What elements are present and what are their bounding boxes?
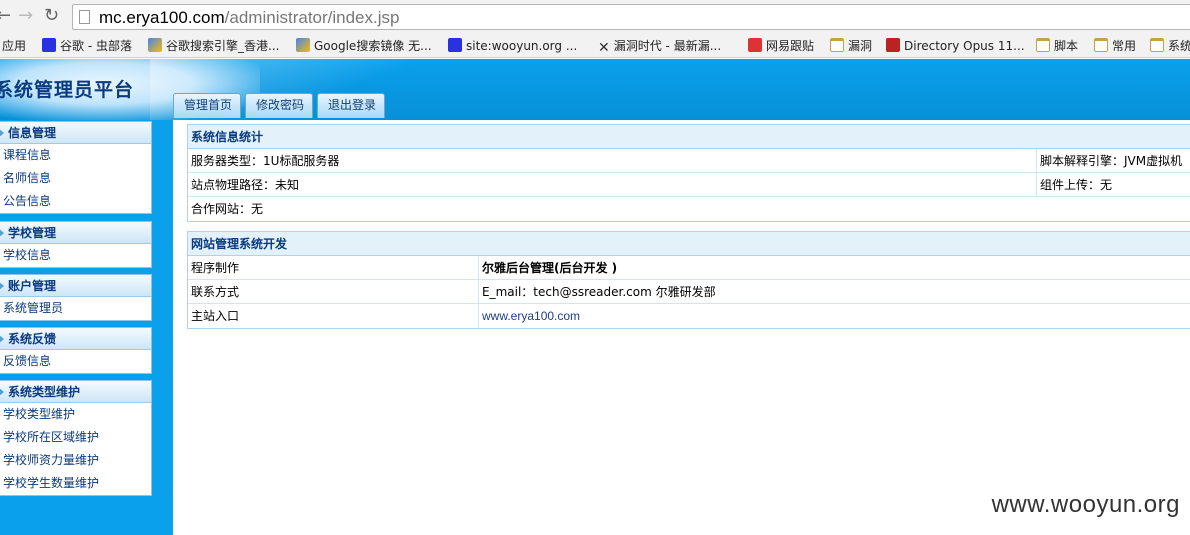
bookmark-folder[interactable]: 漏洞 (830, 37, 872, 55)
upload-component: 组件上传：无 (1040, 178, 1113, 192)
image-icon (148, 38, 162, 52)
x-icon: ✕ (598, 40, 610, 56)
sidebar-item-school-type[interactable]: 学校类型维护 (0, 403, 151, 426)
row-label: 主站入口 (191, 309, 240, 323)
bookmark-item[interactable]: 网易跟贴 (748, 37, 814, 55)
script-engine: 脚本解释引擎：JVM虚拟机 (1040, 154, 1183, 168)
baidu-paw-icon (42, 38, 56, 52)
chevron-right-icon (0, 128, 4, 138)
bookmark-apps[interactable]: 应用 (2, 37, 26, 55)
sidebar-group-account: 账户管理 系统管理员 (0, 274, 152, 321)
row-value: 尔雅后台管理(后台开发 ) (482, 261, 618, 275)
bookmark-item[interactable]: Google搜索镜像 无... (296, 37, 432, 55)
bookmark-item[interactable]: site:wooyun.org ... (448, 37, 577, 55)
server-type: 服务器类型：1U标配服务器 (191, 154, 340, 168)
row-label: 联系方式 (191, 285, 240, 299)
reload-icon[interactable]: ↻ (44, 6, 59, 26)
chevron-right-icon (0, 334, 4, 344)
sidebar-group-school: 学校管理 学校信息 (0, 221, 152, 268)
page-header: 系统管理员平台 管理首页 修改密码 退出登录 (0, 59, 1190, 120)
table-row: 联系方式 E_mail：tech@ssreader.com 尔雅研发部 (188, 280, 1190, 304)
sidebar-item-teacher[interactable]: 名师信息 (0, 167, 151, 190)
sidebar-group-title[interactable]: 信息管理 (0, 122, 151, 144)
sidebar-group-feedback: 系统反馈 反馈信息 (0, 327, 152, 374)
sidebar-group-info: 信息管理 课程信息 名师信息 公告信息 (0, 121, 152, 214)
baidu-paw-icon (448, 38, 462, 52)
sidebar: 信息管理 课程信息 名师信息 公告信息 学校管理 学校信息 账户管理 系统管理员… (0, 120, 173, 535)
row-value: E_mail：tech@ssreader.com 尔雅研发部 (482, 285, 716, 299)
bookmark-item[interactable]: 谷歌 - 虫部落 (42, 37, 132, 55)
folder-icon (830, 38, 844, 52)
tab-admin-home[interactable]: 管理首页 (173, 93, 241, 118)
bookmark-item[interactable]: 谷歌搜索引擎_香港... (148, 37, 279, 55)
folder-icon (1150, 38, 1164, 52)
section-title: 网站管理系统开发 (188, 232, 1190, 256)
table-row: 服务器类型：1U标配服务器 脚本解释引擎：JVM虚拟机 (188, 149, 1190, 173)
chevron-right-icon (0, 387, 4, 397)
back-arrow-icon[interactable]: ← (0, 6, 11, 26)
site-title: 系统管理员平台 (0, 79, 135, 101)
sidebar-item-school-info[interactable]: 学校信息 (0, 244, 151, 267)
sidebar-item-school-students[interactable]: 学校学生数量维护 (0, 472, 151, 495)
table-row: 站点物理路径：未知 组件上传：无 (188, 173, 1190, 197)
folder-icon (1036, 38, 1050, 52)
dopus-icon (886, 38, 900, 52)
row-label: 程序制作 (191, 261, 240, 275)
sidebar-group-title[interactable]: 系统类型维护 (0, 381, 151, 403)
google-icon (296, 38, 310, 52)
forward-arrow-icon[interactable]: → (18, 6, 33, 26)
sidebar-item-school-faculty[interactable]: 学校师资力量维护 (0, 449, 151, 472)
sidebar-item-school-region[interactable]: 学校所在区域维护 (0, 426, 151, 449)
tab-logout[interactable]: 退出登录 (317, 93, 385, 118)
dev-info-panel: 网站管理系统开发 程序制作 尔雅后台管理(后台开发 ) 联系方式 E_mail：… (187, 231, 1190, 329)
bookmark-item[interactable]: ✕ 漏洞时代 - 最新漏... (598, 37, 721, 56)
sidebar-group-title[interactable]: 账户管理 (0, 275, 151, 297)
netease-icon (748, 38, 762, 52)
sidebar-item-feedback[interactable]: 反馈信息 (0, 350, 151, 373)
sidebar-item-course[interactable]: 课程信息 (0, 144, 151, 167)
bookmark-item[interactable]: Directory Opus 11... (886, 37, 1025, 55)
sidebar-item-sysadmin[interactable]: 系统管理员 (0, 297, 151, 320)
main-site-link[interactable]: www.erya100.com (479, 304, 580, 328)
chevron-right-icon (0, 228, 4, 238)
chevron-right-icon (0, 281, 4, 291)
section-title: 系统信息统计 (188, 125, 1190, 149)
main-content: 系统信息统计 服务器类型：1U标配服务器 脚本解释引擎：JVM虚拟机 站点物理路… (173, 120, 1190, 535)
physical-path: 站点物理路径：未知 (191, 178, 300, 192)
tab-change-password[interactable]: 修改密码 (245, 93, 313, 118)
table-row: 主站入口 www.erya100.com (188, 304, 1190, 328)
address-bar[interactable]: mc.erya100.com/administrator/index.jsp (72, 4, 1190, 30)
sidebar-group-type-maintenance: 系统类型维护 学校类型维护 学校所在区域维护 学校师资力量维护 学校学生数量维护 (0, 380, 152, 496)
bookmark-folder[interactable]: 脚本 (1036, 37, 1078, 55)
bookmark-folder[interactable]: 系统 (1150, 37, 1190, 55)
folder-icon (1094, 38, 1108, 52)
bookmarks-bar: 应用 谷歌 - 虫部落 谷歌搜索引擎_香港... Google搜索镜像 无...… (0, 34, 1190, 58)
table-row: 程序制作 尔雅后台管理(后台开发 ) (188, 256, 1190, 280)
sidebar-group-title[interactable]: 系统反馈 (0, 328, 151, 350)
partner-site: 合作网站：无 (191, 202, 264, 216)
bookmark-folder[interactable]: 常用 (1094, 37, 1136, 55)
sidebar-group-title[interactable]: 学校管理 (0, 222, 151, 244)
sidebar-item-notice[interactable]: 公告信息 (0, 190, 151, 213)
table-row: 合作网站：无 (188, 197, 1190, 221)
browser-toolbar: ← → ↻ mc.erya100.com/administrator/index… (0, 0, 1190, 34)
page-icon (79, 10, 90, 24)
system-stats-panel: 系统信息统计 服务器类型：1U标配服务器 脚本解释引擎：JVM虚拟机 站点物理路… (187, 124, 1190, 222)
url-text[interactable]: mc.erya100.com/administrator/index.jsp (99, 8, 399, 28)
watermark: www.wooyun.org (991, 491, 1180, 518)
